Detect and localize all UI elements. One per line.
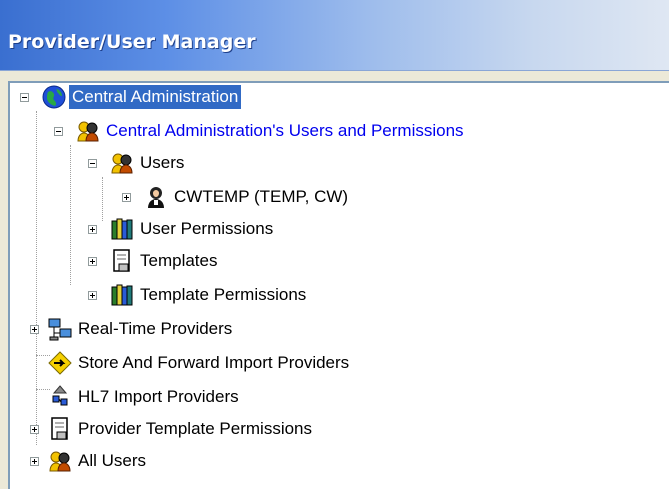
tree-node-label: Users bbox=[140, 153, 185, 172]
tree-node-label: HL7 Import Providers bbox=[78, 387, 239, 406]
expand-icon[interactable] bbox=[88, 225, 97, 234]
books-icon bbox=[110, 283, 134, 307]
tree-node-hl7-import[interactable]: HL7 Import Providers bbox=[48, 383, 242, 411]
tree-node-central-administration[interactable]: Central Administration bbox=[14, 83, 242, 111]
tree-node-templates[interactable]: Templates bbox=[82, 247, 220, 275]
tree-connector bbox=[70, 145, 71, 285]
tree-node-label: Real-Time Providers bbox=[78, 319, 233, 338]
tree-node-label: All Users bbox=[78, 451, 147, 470]
tree-node-label: Store And Forward Import Providers bbox=[78, 353, 350, 372]
tree-node-label: Template Permissions bbox=[140, 285, 307, 304]
globe-icon bbox=[42, 85, 66, 109]
expand-icon[interactable] bbox=[88, 291, 97, 300]
document-icon bbox=[48, 417, 72, 441]
tree-node-all-users[interactable]: All Users bbox=[30, 447, 149, 475]
tree-node-label: User Permissions bbox=[140, 219, 274, 238]
tree-node-user-permissions[interactable]: User Permissions bbox=[82, 215, 276, 243]
tree-node-template-permissions[interactable]: Template Permissions bbox=[82, 281, 309, 309]
tree-node-users[interactable]: Users bbox=[82, 149, 187, 177]
user-icon bbox=[144, 185, 168, 209]
collapse-icon[interactable] bbox=[20, 93, 29, 102]
provider-user-tree[interactable]: Central Administration Central Administr… bbox=[8, 81, 669, 489]
network-computers-icon bbox=[48, 317, 72, 341]
tree-node-label: Central Administration's Users and Permi… bbox=[106, 121, 464, 140]
expand-icon[interactable] bbox=[30, 325, 39, 334]
tree-connector bbox=[36, 111, 37, 445]
tree-node-users-and-permissions[interactable]: Central Administration's Users and Permi… bbox=[48, 117, 467, 145]
expand-icon[interactable] bbox=[30, 425, 39, 434]
document-icon bbox=[110, 249, 134, 273]
tree-node-real-time-providers[interactable]: Real-Time Providers bbox=[30, 315, 235, 343]
expand-icon[interactable] bbox=[88, 257, 97, 266]
hl7-arrow-icon bbox=[48, 385, 72, 409]
users-group-icon bbox=[76, 119, 100, 143]
diamond-arrow-icon bbox=[48, 351, 72, 375]
collapse-icon[interactable] bbox=[88, 159, 97, 168]
expand-icon[interactable] bbox=[122, 193, 131, 202]
users-group-icon bbox=[110, 151, 134, 175]
tree-node-cwtemp[interactable]: CWTEMP (TEMP, CW) bbox=[116, 183, 351, 211]
collapse-icon[interactable] bbox=[54, 127, 63, 136]
expand-icon[interactable] bbox=[30, 457, 39, 466]
users-group-icon bbox=[48, 449, 72, 473]
tree-node-label: Provider Template Permissions bbox=[78, 419, 312, 438]
tree-node-label: CWTEMP (TEMP, CW) bbox=[174, 187, 349, 206]
tree-node-label: Central Administration bbox=[69, 85, 242, 109]
tree-node-store-and-forward[interactable]: Store And Forward Import Providers bbox=[48, 349, 352, 377]
window-titlebar: Provider/User Manager bbox=[0, 0, 669, 71]
window-title: Provider/User Manager bbox=[8, 31, 256, 53]
tree-node-provider-template-permissions[interactable]: Provider Template Permissions bbox=[30, 415, 315, 443]
books-icon bbox=[110, 217, 134, 241]
tree-node-label: Templates bbox=[140, 251, 218, 270]
